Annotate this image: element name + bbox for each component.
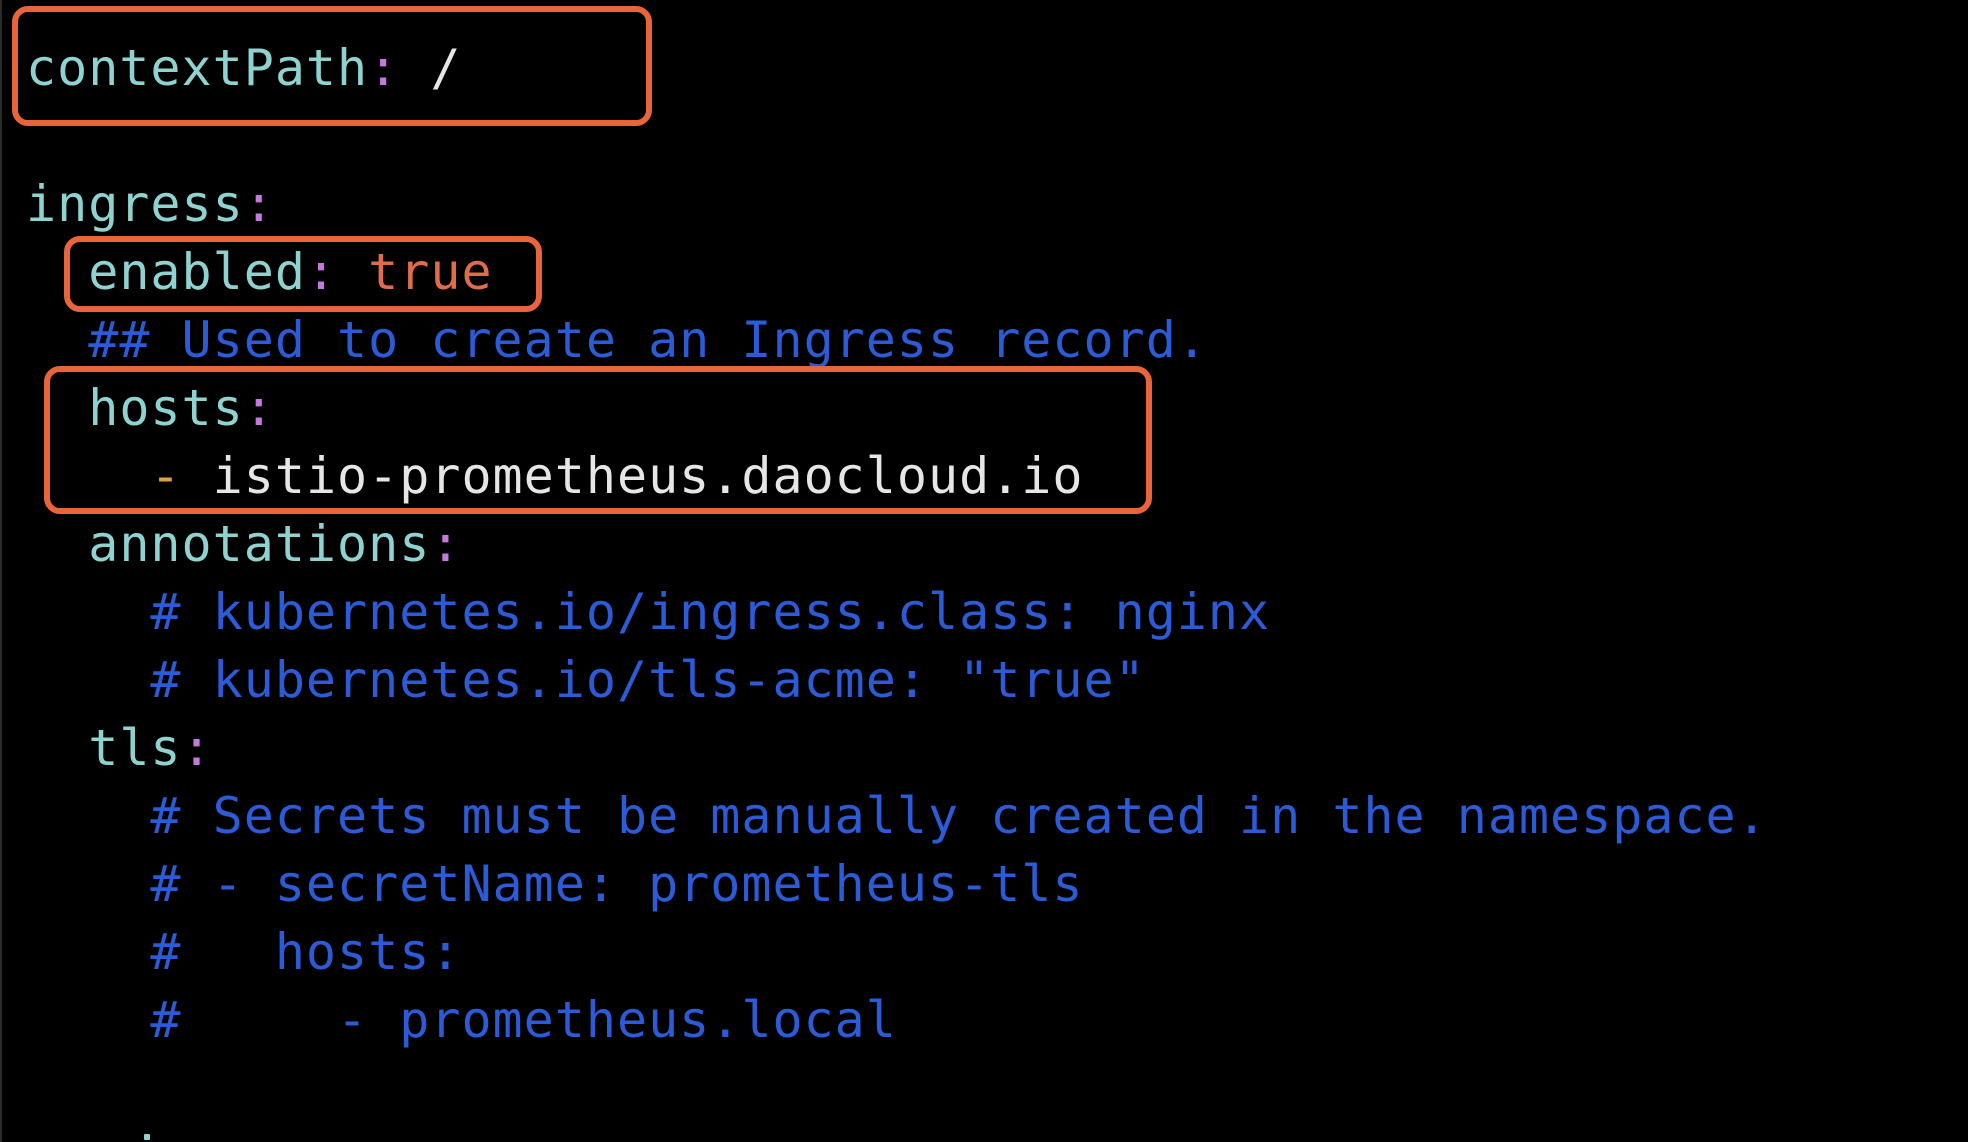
yaml-comment: # kubernetes.io/tls-acme: "true" xyxy=(150,651,1146,709)
highlight-box-hosts xyxy=(44,366,1152,514)
yaml-line-ingress[interactable]: ingress: xyxy=(26,170,275,238)
yaml-colon: : xyxy=(430,515,462,573)
yaml-line-comment-local[interactable]: # - prometheus.local xyxy=(26,986,897,1054)
yaml-line-annotations[interactable]: annotations: xyxy=(26,510,461,578)
partial-line-glyph xyxy=(144,1134,150,1140)
yaml-colon: : xyxy=(181,719,213,777)
terminal-window: contextPath: / ingress: enabled: true ##… xyxy=(0,0,1968,1142)
yaml-line-comment-tls-acme[interactable]: # kubernetes.io/tls-acme: "true" xyxy=(26,646,1146,714)
yaml-comment: # - secretName: prometheus-tls xyxy=(150,855,1084,913)
yaml-key: ingress xyxy=(26,175,244,233)
yaml-line-comment-secretname[interactable]: # - secretName: prometheus-tls xyxy=(26,850,1084,918)
yaml-line-comment-ingress-class[interactable]: # kubernetes.io/ingress.class: nginx xyxy=(26,578,1270,646)
yaml-line-comment-ingress[interactable]: ## Used to create an Ingress record. xyxy=(26,306,1208,374)
yaml-line-comment-hosts[interactable]: # hosts: xyxy=(26,918,461,986)
yaml-comment: # Secrets must be manually created in th… xyxy=(150,787,1768,845)
yaml-comment: # kubernetes.io/ingress.class: nginx xyxy=(150,583,1271,641)
yaml-key: tls xyxy=(88,719,182,777)
yaml-comment: # - prometheus.local xyxy=(150,991,897,1049)
highlight-box-contextpath xyxy=(12,6,652,126)
highlight-box-enabled xyxy=(64,236,542,312)
yaml-comment: # hosts: xyxy=(150,923,462,981)
yaml-comment: ## Used to create an Ingress record. xyxy=(88,311,1208,369)
yaml-line-comment-secrets[interactable]: # Secrets must be manually created in th… xyxy=(26,782,1768,850)
yaml-key: annotations xyxy=(88,515,431,573)
yaml-colon: : xyxy=(243,175,275,233)
yaml-line-tls[interactable]: tls: xyxy=(26,714,213,782)
